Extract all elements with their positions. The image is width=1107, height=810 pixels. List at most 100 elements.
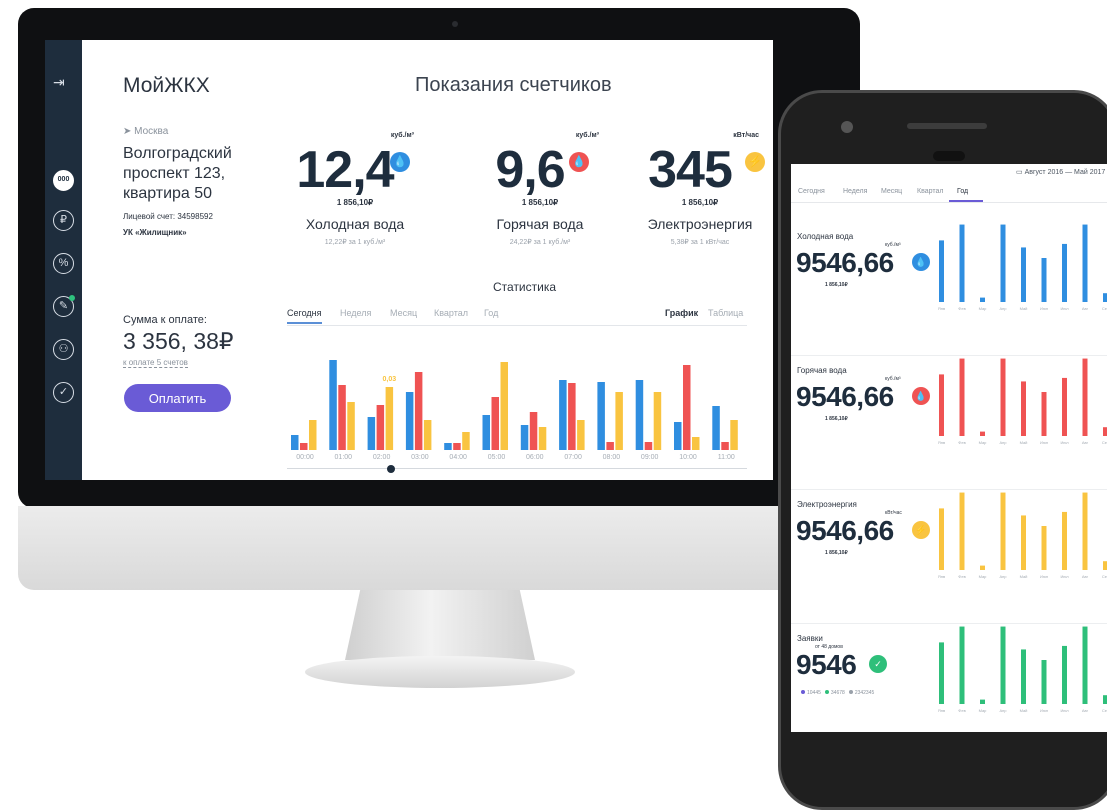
address: Волгоградский проспект 123, квартира 50	[123, 145, 232, 202]
tab-period[interactable]: Месяц	[390, 308, 417, 318]
bolt-icon: ⚡	[912, 521, 930, 539]
meter-unit: куб./м³	[575, 132, 599, 139]
year-x-label: Янв	[938, 306, 945, 311]
year-bar	[1062, 511, 1067, 570]
chart-bar	[635, 380, 644, 450]
chart-bar	[414, 372, 423, 450]
chart-bar	[453, 443, 461, 450]
monitor-stand	[345, 590, 535, 660]
legend-value: 34678	[830, 690, 845, 696]
tab-period[interactable]: Год	[484, 308, 498, 318]
chart-x-label: 10:00	[679, 454, 697, 461]
mobile-screen: ▭ Август 2016 — Май 2017 Сегодня Неделя Ме…	[791, 164, 1107, 732]
chart-x-label: 07:00	[564, 454, 582, 461]
chart-bar	[721, 442, 729, 450]
tab-period[interactable]: Неделя	[340, 308, 371, 318]
mobile-tab[interactable]: Квартал	[917, 188, 943, 195]
year-bar	[980, 565, 985, 570]
meter-unit: кВт/час	[733, 132, 759, 139]
wrench-icon[interactable]: ✎	[53, 295, 75, 317]
drop-icon: 💧	[912, 387, 930, 405]
legend-value: 2342345	[854, 690, 875, 696]
year-bar	[1000, 224, 1006, 302]
year-bar	[939, 508, 944, 570]
year-bar	[1103, 695, 1107, 704]
tab-period[interactable]: Квартал	[434, 308, 468, 318]
chart-bar	[338, 385, 346, 450]
meter-cost: 1 856,10₽	[336, 198, 374, 207]
meter-icon[interactable]: 000	[53, 170, 74, 191]
meter-cost: 1 856,10₽	[681, 198, 719, 207]
meter-name: Горячая вода	[496, 216, 584, 232]
mobile-section: Заявки от 48 домов 9546 ✓ 10445 34678 2342345 Я…	[791, 624, 1107, 732]
tab-view[interactable]: Таблица	[708, 308, 743, 318]
chart-bar	[462, 432, 470, 450]
year-x-label: Фев	[958, 708, 965, 713]
mobile-tab[interactable]: Неделя	[843, 188, 867, 195]
tab-period[interactable]: Сегодня	[287, 308, 322, 324]
year-bar	[980, 297, 985, 302]
chart-x-label: 08:00	[603, 454, 621, 461]
year-x-label: Мар	[979, 574, 988, 579]
mobile-tab[interactable]: Год	[957, 188, 968, 195]
year-bar	[1082, 358, 1088, 436]
sidebar: ⇥ 000 ₽ % ✎ ⚇ ✓	[45, 40, 82, 480]
section-legend: 10445 34678 2342345	[797, 690, 874, 696]
percent-icon[interactable]: %	[53, 253, 74, 274]
chart-bar	[291, 435, 299, 450]
year-bar	[1103, 427, 1107, 436]
period-picker[interactable]: ▭ Август 2016 — Май 2017	[1016, 168, 1105, 176]
chart-bar	[482, 415, 490, 450]
legend-dot	[801, 690, 805, 694]
app-title: МойЖКХ	[123, 74, 210, 97]
year-x-label: Фев	[958, 440, 965, 445]
section-year-chart: Янв Фев Мар Апр Май Июн Июл Авг Сен	[938, 626, 1107, 713]
check-icon[interactable]: ✓	[53, 382, 74, 403]
year-x-label: Сен	[1102, 306, 1107, 311]
drop-icon: 💧	[912, 253, 930, 271]
chart-bar	[577, 420, 585, 450]
bills-link[interactable]: к оплате 5 счетов	[123, 358, 188, 368]
notification-dot	[69, 295, 75, 301]
year-x-label: Июл	[1060, 440, 1069, 445]
bolt-icon: ⚡	[745, 152, 765, 172]
year-x-label: Янв	[938, 574, 945, 579]
tab-view[interactable]: График	[665, 308, 698, 318]
section-cost: 1 856,10₽	[825, 282, 848, 288]
year-bar	[1021, 247, 1026, 302]
section-cost: 1 856,10₽	[825, 416, 848, 422]
meter-unit: куб./м³	[390, 132, 414, 139]
year-bar	[1021, 381, 1026, 436]
mobile-tab[interactable]: Сегодня	[798, 188, 825, 195]
payment-amount: 3 356, 38₽	[123, 328, 234, 354]
chart-bar	[683, 365, 691, 450]
timeline-slider-handle[interactable]	[387, 465, 395, 473]
city-text: Москва	[134, 126, 169, 137]
runner-exit-icon[interactable]: ⇥	[53, 74, 65, 91]
account-number: Лицевой счет: 34598592	[123, 212, 213, 221]
year-bar	[939, 240, 944, 302]
chart-x-label: 06:00	[526, 454, 544, 461]
year-bar	[1041, 258, 1047, 302]
pay-button[interactable]: Оплатить	[124, 384, 231, 412]
year-bar	[1021, 515, 1026, 570]
ruble-icon[interactable]: ₽	[53, 210, 74, 231]
persons-icon[interactable]: ⚇	[53, 339, 74, 360]
year-x-label: Авг	[1082, 440, 1089, 445]
chart-bar	[568, 383, 576, 450]
chart-bar	[367, 417, 376, 450]
desktop-screen: ⇥ 000 ₽ % ✎ ⚇ ✓ МойЖКХ Показания счетчик…	[45, 40, 773, 480]
meter-name: Холодная вода	[305, 216, 405, 232]
timeline-slider-track[interactable]	[287, 468, 747, 469]
chart-bar	[615, 392, 623, 450]
calendar-icon: ▭	[1016, 169, 1025, 176]
chart-x-label: 00:00	[296, 454, 314, 461]
year-x-label: Май	[1020, 708, 1028, 713]
section-year-chart: Янв Фев Мар Апр Май Июн Июл Авг Сен	[938, 358, 1107, 445]
year-bar	[939, 642, 944, 704]
mobile-tab[interactable]: Месяц	[881, 188, 902, 195]
payment-label: Сумма к оплате:	[123, 314, 207, 326]
year-x-label: Июл	[1060, 306, 1069, 311]
year-x-label: Сен	[1102, 708, 1107, 713]
year-bar	[1103, 561, 1107, 570]
